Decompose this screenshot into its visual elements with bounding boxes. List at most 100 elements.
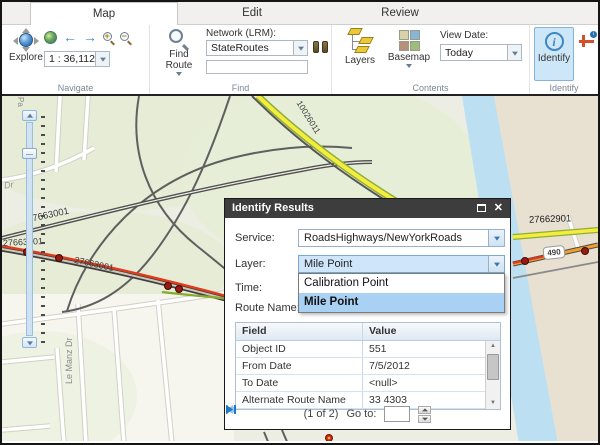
identify-label: Identify — [535, 53, 573, 64]
street-label-dr: Dr — [3, 179, 14, 190]
zoom-in-icon[interactable]: + — [103, 32, 114, 43]
identify-route-location-icon[interactable]: i — [578, 31, 597, 49]
ribbon-tab-bar: Map Edit Review — [2, 2, 598, 25]
explore-compass-icon — [13, 28, 39, 52]
view-date-combo[interactable]: Today — [440, 44, 522, 61]
zoom-slider-ticks — [41, 116, 45, 346]
value-column-header: Value — [363, 323, 500, 340]
service-combo[interactable]: RoadsHighways/NewYorkRoads — [298, 229, 505, 247]
basemap-dropdown-caret — [406, 64, 412, 68]
layer-dropdown-arrow[interactable] — [488, 256, 504, 272]
map-scale-combo[interactable]: 1 : 36,112 — [44, 51, 110, 67]
page-indicator: (1 of 2) — [304, 408, 339, 420]
table-row[interactable]: To Date <null> — [236, 375, 500, 392]
layer-label: Layer: — [235, 258, 266, 270]
service-label: Service: — [235, 232, 275, 244]
highway-shield-490: 490 — [542, 245, 565, 260]
goto-spinner — [418, 406, 431, 423]
view-date-label: View Date: — [440, 30, 488, 41]
zoom-slider-thumb[interactable] — [22, 148, 37, 159]
group-find: Find Route Network (LRM): StateRoutes Fi… — [149, 25, 331, 94]
spinner-down-icon[interactable] — [418, 415, 431, 423]
street-label-le-manz-dr: Le Manz Dr — [64, 324, 74, 384]
find-route-magnifier-icon — [169, 29, 189, 49]
find-route-button[interactable]: Find Route — [160, 29, 198, 76]
group-identify: i Identify i Identify — [529, 25, 598, 94]
table-header-row: Field Value — [236, 323, 500, 341]
field-cell: From Date — [236, 358, 363, 374]
table-row[interactable]: From Date 7/5/2012 — [236, 358, 500, 375]
table-row[interactable]: Object ID 551 — [236, 341, 500, 358]
navigate-group-label: Navigate — [2, 83, 149, 93]
pagination-bar: (1 of 2) Go to: — [225, 404, 510, 424]
value-cell: <null> — [363, 375, 500, 391]
zoom-slider-plus-button[interactable] — [22, 110, 37, 121]
layers-icon — [346, 28, 374, 55]
find-group-label: Find — [150, 83, 331, 93]
field-cell: To Date — [236, 375, 363, 391]
goto-label: Go to: — [346, 408, 376, 420]
view-date-value: Today — [445, 47, 473, 59]
find-route-dropdown-caret — [176, 72, 182, 76]
layers-label: Layers — [340, 55, 380, 66]
map-scale-value: 1 : 36,112 — [49, 53, 95, 65]
view-date-dropdown-arrow[interactable] — [507, 45, 521, 60]
tab-review[interactable]: Review — [326, 2, 474, 24]
next-extent-icon[interactable]: → — [83, 31, 97, 44]
value-cell: 7/5/2012 — [363, 358, 500, 374]
spinner-up-icon[interactable] — [418, 406, 431, 414]
contents-group-label: Contents — [332, 83, 529, 93]
route-search-input[interactable] — [206, 60, 308, 74]
layers-button[interactable]: Layers — [340, 28, 380, 66]
tab-edit[interactable]: Edit — [178, 2, 326, 24]
service-dropdown-arrow[interactable] — [488, 230, 504, 246]
layer-value: Mile Point — [304, 258, 352, 270]
find-route-label-2: Route — [160, 60, 198, 71]
identify-button[interactable]: i Identify — [534, 27, 574, 81]
network-dropdown-arrow[interactable] — [293, 41, 307, 55]
field-column-header: Field — [236, 323, 363, 340]
group-navigate: Explore ← → + − 1 : 36,112 Navigate — [2, 25, 149, 94]
route-label-27662901: 27662901 — [529, 213, 572, 225]
dropdown-item-mile-point[interactable]: Mile Point — [299, 293, 504, 312]
explore-button[interactable]: Explore — [7, 28, 45, 63]
dialog-title-bar[interactable]: Identify Results ✕ — [225, 199, 510, 218]
last-page-icon[interactable] — [225, 404, 237, 415]
service-value: RoadsHighways/NewYorkRoads — [304, 232, 462, 244]
scrollbar-up-arrow[interactable]: ▲ — [486, 341, 500, 352]
basemap-button[interactable]: Basemap — [386, 28, 432, 68]
scale-dropdown-arrow[interactable] — [95, 52, 109, 66]
identify-results-dialog: Identify Results ✕ Service: RoadsHighway… — [224, 198, 511, 430]
full-extent-globe-icon[interactable] — [44, 31, 57, 44]
tab-map[interactable]: Map — [30, 2, 178, 25]
value-cell: 551 — [363, 341, 500, 357]
network-lrm-value: StateRoutes — [211, 42, 269, 54]
time-label: Time: — [235, 282, 262, 294]
zoom-out-icon[interactable]: − — [120, 32, 131, 43]
group-contents: Layers Basemap View Date: Today Contents — [331, 25, 529, 94]
network-lrm-combo[interactable]: StateRoutes — [206, 40, 308, 56]
goto-page-input[interactable] — [384, 406, 410, 422]
scrollbar-thumb[interactable] — [487, 354, 499, 380]
identify-info-icon: i — [545, 32, 564, 51]
explore-label: Explore — [7, 52, 45, 63]
binoculars-icon[interactable] — [313, 41, 328, 54]
table-scrollbar[interactable]: ▲ ▼ — [485, 341, 500, 409]
ribbon: Explore ← → + − 1 : 36,112 Navigate Find… — [2, 25, 598, 94]
attributes-table: Field Value Object ID 551 From Date 7/5/… — [235, 322, 501, 410]
identify-group-label: Identify — [530, 83, 598, 93]
field-cell: Object ID — [236, 341, 363, 357]
previous-extent-icon[interactable]: ← — [63, 31, 77, 44]
network-lrm-label: Network (LRM): — [206, 28, 276, 39]
zoom-slider-minus-button[interactable] — [22, 337, 37, 348]
find-route-label-1: Find — [160, 49, 198, 60]
maximize-icon[interactable] — [477, 204, 486, 212]
application-window: Map Edit Review Explore ← → + − 1 : 36,1… — [0, 0, 600, 445]
layer-combo[interactable]: Mile Point — [298, 255, 505, 273]
street-label-top-left: Pa — [16, 97, 25, 107]
dropdown-item-calibration-point[interactable]: Calibration Point — [299, 274, 504, 293]
close-icon[interactable]: ✕ — [494, 200, 503, 217]
map-canvas[interactable]: Pa Dr 27663001 27663101 27663001 1002601… — [2, 94, 598, 441]
layer-dropdown-list: Calibration Point Mile Point — [298, 273, 505, 313]
dialog-title: Identify Results — [232, 202, 314, 214]
